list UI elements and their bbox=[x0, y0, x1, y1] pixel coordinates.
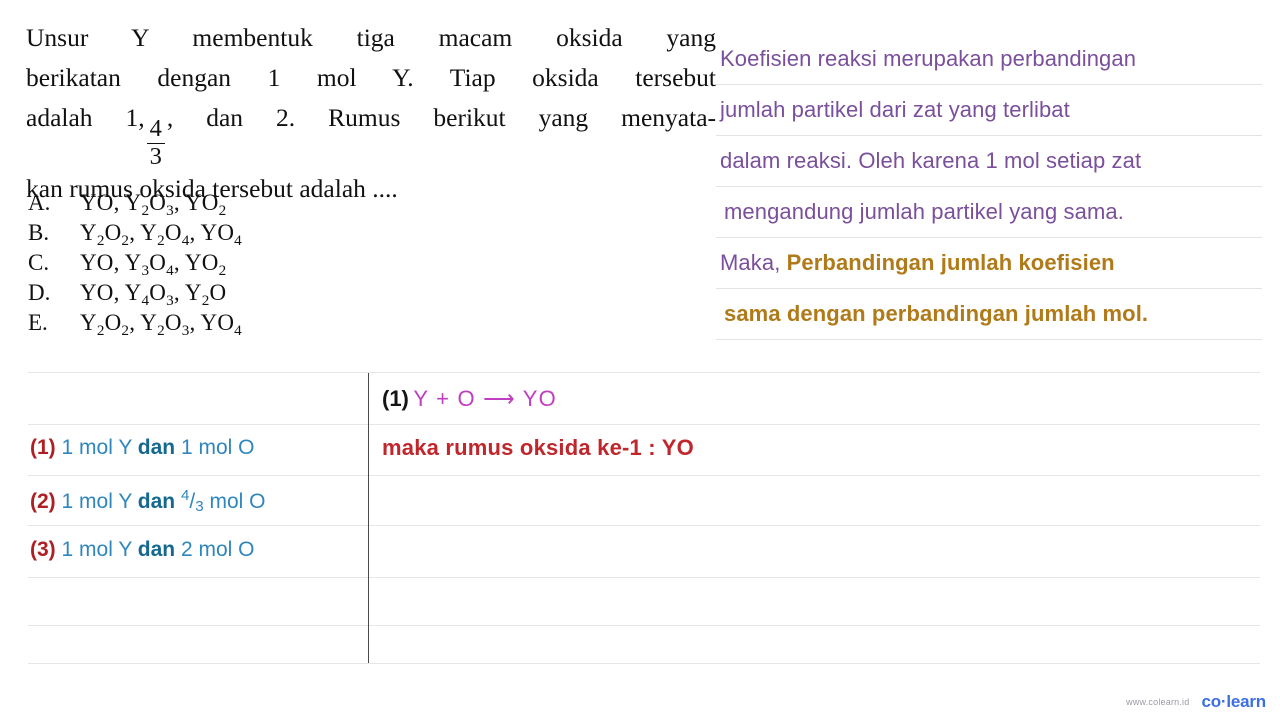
explanation-line-5-normal: Maka, bbox=[720, 250, 781, 275]
work-row-3-mol-o: 2 mol O bbox=[180, 538, 255, 561]
option-e-letter: E. bbox=[28, 310, 48, 335]
table-rule-3 bbox=[28, 475, 1260, 476]
table-row: (3) 1 mol Y dan 2 mol O bbox=[30, 538, 366, 562]
question-line-3-after: , dan 2. Rumus berikut yang menyata- bbox=[166, 103, 717, 132]
question-line-1: Unsur Y membentuk tiga macam oksida yang bbox=[26, 23, 716, 52]
table-column-divider bbox=[368, 373, 369, 663]
option-e-formula: Y2O2, Y2O3, YO4 bbox=[80, 310, 242, 339]
work-row-3-dan: dan bbox=[137, 538, 176, 561]
option-d[interactable]: D. YO, Y4O3, Y2O bbox=[28, 280, 428, 310]
explanation-line-3: dalam reaksi. Oleh karena 1 mol setiap z… bbox=[716, 136, 1262, 187]
option-c[interactable]: C. YO, Y3O4, YO2 bbox=[28, 250, 428, 280]
explanation-line-2: jumlah partikel dari zat yang terlibat bbox=[716, 85, 1262, 136]
work-row-2-dan: dan bbox=[137, 489, 176, 513]
work-row-2-mol-o: mol O bbox=[209, 489, 266, 513]
question-line-2: berikatan dengan 1 mol Y. Tiap oksida te… bbox=[26, 63, 716, 92]
option-a[interactable]: A. YO, Y2O3, YO2 bbox=[28, 190, 428, 220]
option-b[interactable]: B. Y2O2, Y2O4, YO4 bbox=[28, 220, 428, 250]
work-row-2-fraction-numerator: 4 bbox=[180, 487, 190, 504]
watermark-url: www.colearn.id bbox=[1126, 697, 1190, 707]
option-a-letter: A. bbox=[28, 190, 51, 215]
explanation-line-6-bold: sama dengan perbandingan jumlah mol. bbox=[724, 301, 1149, 326]
question-line-3-before: adalah 1, bbox=[26, 103, 145, 132]
option-e[interactable]: E. Y2O2, Y2O3, YO4 bbox=[28, 310, 428, 340]
work-row-3-mol-y: 1 mol Y bbox=[61, 538, 132, 561]
explanation-line-6: sama dengan perbandingan jumlah mol. bbox=[716, 289, 1262, 340]
work-row-2-fraction-denominator: 3 bbox=[195, 498, 204, 516]
conclusion-row: maka rumus oksida ke-1 : YO bbox=[382, 435, 1252, 461]
reaction-index: (1) bbox=[382, 386, 409, 411]
fraction-numerator: 4 bbox=[149, 115, 162, 143]
question-text: Unsur Y membentuk tiga macam oksida yang… bbox=[26, 18, 716, 209]
table-rule-1 bbox=[28, 372, 1260, 373]
option-b-formula: Y2O2, Y2O4, YO4 bbox=[80, 220, 242, 249]
work-row-1-dan: dan bbox=[137, 436, 176, 459]
work-row-1-mol-o: 1 mol O bbox=[180, 436, 255, 459]
table-rule-6 bbox=[28, 625, 1260, 626]
fraction-four-thirds: 43 bbox=[146, 115, 165, 169]
work-row-1-index: (1) bbox=[30, 436, 56, 459]
work-row-3-index: (3) bbox=[30, 538, 56, 561]
work-row-2-fraction: 4/3 bbox=[180, 487, 204, 516]
explanation-panel: Koefisien reaksi merupakan perbandingan … bbox=[716, 34, 1262, 340]
table-rule-2 bbox=[28, 424, 1260, 425]
work-row-2-index: (2) bbox=[30, 489, 56, 513]
table-row: (1) 1 mol Y dan 1 mol O bbox=[30, 436, 366, 460]
option-b-letter: B. bbox=[28, 220, 50, 245]
answer-options: A. YO, Y2O3, YO2 B. Y2O2, Y2O4, YO4 C. Y… bbox=[28, 190, 428, 340]
work-row-2-mol-y: 1 mol Y bbox=[61, 489, 132, 513]
question-line-3: adalah 1, 4 3, dan 2. Rumus berikut yang m… bbox=[26, 98, 716, 169]
explanation-line-5: Maka, Perbandingan jumlah koefisien bbox=[716, 238, 1262, 289]
conclusion-text: maka rumus oksida ke-1 : YO bbox=[382, 435, 694, 460]
table-rule-7 bbox=[28, 663, 1260, 664]
work-table: (1) 1 mol Y dan 1 mol O (2) 1 mol Y dan … bbox=[28, 372, 1260, 664]
option-a-formula: YO, Y2O3, YO2 bbox=[80, 190, 227, 219]
footer-watermark: www.colearn.id co·learn bbox=[1126, 692, 1266, 712]
explanation-line-1: Koefisien reaksi merupakan perbandingan bbox=[716, 34, 1262, 85]
reaction-row: (1) Y + O ⟶ YO bbox=[382, 386, 1252, 412]
reaction-equation: Y + O ⟶ YO bbox=[413, 386, 557, 411]
explanation-line-5-bold: Perbandingan jumlah koefisien bbox=[786, 250, 1115, 275]
work-row-1-mol-y: 1 mol Y bbox=[61, 436, 132, 459]
fraction-denominator: 3 bbox=[146, 142, 165, 169]
option-c-formula: YO, Y3O4, YO2 bbox=[80, 250, 227, 279]
table-row: (2) 1 mol Y dan 4/3 mol O bbox=[30, 487, 366, 515]
option-c-letter: C. bbox=[28, 250, 50, 275]
colearn-logo: co·learn bbox=[1201, 692, 1266, 711]
question-panel: Unsur Y membentuk tiga macam oksida yang… bbox=[26, 18, 716, 209]
table-rule-4 bbox=[28, 525, 1260, 526]
option-d-letter: D. bbox=[28, 280, 51, 305]
table-rule-5 bbox=[28, 577, 1260, 578]
option-d-formula: YO, Y4O3, Y2O bbox=[80, 280, 227, 309]
explanation-line-4: mengandung jumlah partikel yang sama. bbox=[716, 187, 1262, 238]
